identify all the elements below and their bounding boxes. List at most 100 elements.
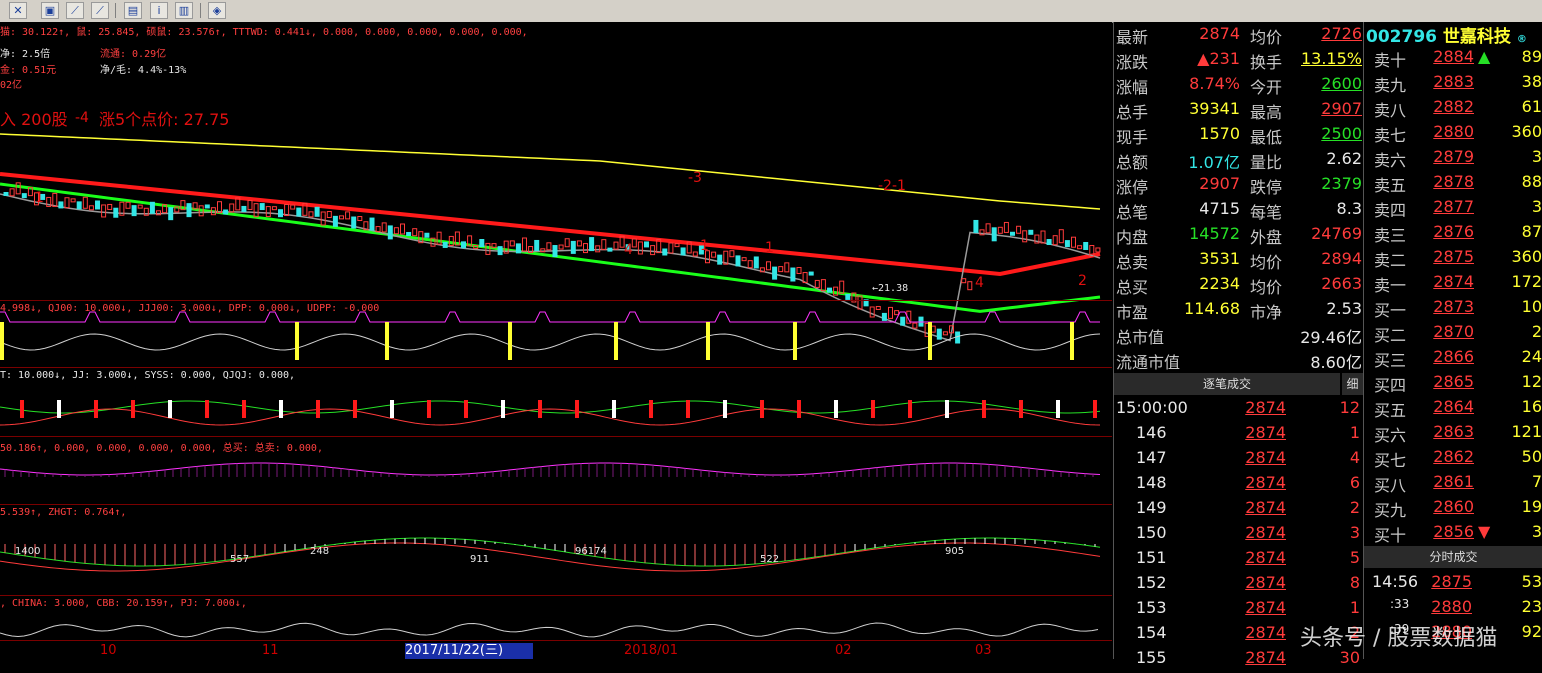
level-label: 买二 — [1374, 326, 1407, 345]
orderbook-row[interactable]: 买十 2856 3 ▼ — [1374, 522, 1542, 547]
tick-row: 152 2874 8 — [1116, 573, 1360, 598]
candle — [552, 245, 558, 258]
quote-value: 2.62 — [1326, 149, 1362, 168]
candle — [278, 209, 283, 218]
quote-label: 均价 — [1250, 28, 1283, 47]
tick-row: 149 2874 2 — [1116, 498, 1360, 523]
chart-line-icon[interactable]: ⟋ — [66, 2, 84, 19]
candle — [747, 260, 753, 269]
candle — [442, 241, 448, 248]
quote-label: 总笔 — [1116, 203, 1149, 222]
quote-value: 39341 — [1189, 99, 1240, 118]
candle — [1028, 229, 1034, 235]
orderbook-row[interactable]: 买六 2863 121 — [1374, 422, 1542, 447]
candle — [1083, 241, 1089, 250]
candle — [522, 237, 527, 252]
orderbook-row[interactable]: 买二 2870 2 — [1374, 322, 1542, 347]
candle — [369, 217, 375, 231]
candle — [570, 240, 576, 254]
candle — [973, 219, 979, 233]
orderbook-row[interactable]: 买七 2862 50 — [1374, 447, 1542, 472]
float-cap-row: 流通市值 8.60亿 — [1116, 349, 1362, 374]
tab-detail[interactable]: 细 — [1342, 373, 1363, 395]
quote-label: 最新 — [1116, 28, 1149, 47]
candle — [637, 241, 643, 255]
quote-label: 今开 — [1250, 78, 1283, 97]
kline-icon[interactable]: ✕ — [9, 2, 27, 19]
quote-row: 涨停 2907 跌停 2379 — [1116, 174, 1362, 199]
orderbook-row[interactable]: 卖十 2884 89 ▲ — [1374, 47, 1542, 72]
tick-time: 152 — [1136, 573, 1167, 592]
quote-label: 涨幅 — [1116, 78, 1149, 97]
orderbook-row[interactable]: 卖三 2876 87 — [1374, 222, 1542, 247]
level-volume: 3 — [1531, 522, 1542, 541]
quote-label: 换手 — [1250, 53, 1283, 72]
nav-icon[interactable]: ◈ — [208, 2, 226, 19]
candle — [778, 266, 784, 273]
tick-volume: 1 — [1349, 423, 1360, 442]
kline-chart-area[interactable]: -4 1 -3 -2-1 4 1 1 4 2 1400 557 248 911 96174 522 905 … — [0, 22, 1112, 659]
orderbook-row[interactable]: 卖七 2880 360 — [1374, 122, 1542, 147]
market-cap-label: 总市值 — [1116, 328, 1165, 347]
indicator-2-line-a — [0, 400, 1101, 414]
tab-tick-trades[interactable]: 逐笔成交 — [1114, 373, 1340, 395]
tick-row: 148 2874 6 — [1116, 473, 1360, 498]
tick-price: 2874 — [1245, 523, 1286, 542]
orderbook-row[interactable]: 卖一 2874 172 — [1374, 272, 1542, 297]
candle — [15, 182, 21, 195]
level-label: 卖一 — [1374, 276, 1407, 295]
orderbook-row[interactable]: 买八 2861 7 — [1374, 472, 1542, 497]
indicator-2-bar — [945, 400, 949, 418]
tick-time: 147 — [1136, 448, 1167, 467]
candle — [668, 242, 674, 254]
level-label: 买四 — [1374, 376, 1407, 395]
candle — [680, 247, 686, 256]
level-price: 2877 — [1433, 197, 1474, 216]
level-price: 2866 — [1433, 347, 1474, 366]
candle — [820, 279, 826, 292]
candle — [229, 203, 235, 213]
wave-label: 1 — [765, 240, 774, 256]
document-icon[interactable]: ▤ — [124, 2, 142, 19]
quote-label: 跌停 — [1250, 178, 1283, 197]
candle — [613, 241, 619, 250]
level-price: 2860 — [1433, 497, 1474, 516]
orderbook-row[interactable]: 买四 2865 12 — [1374, 372, 1542, 397]
candle — [241, 205, 247, 212]
stats-icon[interactable]: ▥ — [175, 2, 193, 19]
stock-header: 002796 世嘉科技 ® — [1366, 22, 1527, 47]
tick-time: 149 — [1136, 498, 1167, 517]
candle — [101, 204, 107, 218]
orderbook-row[interactable]: 卖八 2882 61 — [1374, 97, 1542, 122]
level-price: 2875 — [1433, 247, 1474, 266]
orderbook-row[interactable]: 买三 2866 24 — [1374, 347, 1542, 372]
chart-tools-icon[interactable]: ⟋ — [91, 2, 109, 19]
orderbook-row[interactable]: 买九 2860 19 — [1374, 497, 1542, 522]
candle — [76, 201, 82, 210]
indicator-1-bar — [793, 322, 797, 360]
info-icon[interactable]: i — [150, 2, 168, 19]
level-price: 2856 — [1433, 522, 1474, 541]
tick-time: 154 — [1136, 623, 1167, 642]
orderbook-row[interactable]: 卖四 2877 3 — [1374, 197, 1542, 222]
indicator-2-bar — [131, 400, 135, 418]
orderbook-row[interactable]: 卖五 2878 88 — [1374, 172, 1542, 197]
candle — [991, 227, 997, 242]
orderbook-row[interactable]: 卖二 2875 360 — [1374, 247, 1542, 272]
orderbook-row[interactable]: 买一 2873 10 — [1374, 297, 1542, 322]
orderbook-row[interactable]: 卖九 2883 38 — [1374, 72, 1542, 97]
orderbook-row[interactable]: 卖六 2879 3 — [1374, 147, 1542, 172]
picture-icon[interactable]: ▣ — [41, 2, 59, 19]
level-label: 卖六 — [1374, 151, 1407, 170]
indicator-1-bar — [385, 322, 389, 360]
candle — [253, 203, 259, 218]
level-price: 2873 — [1433, 297, 1474, 316]
quote-row: 总笔 4715 每笔 8.3 — [1116, 199, 1362, 224]
quote-label: 总手 — [1116, 103, 1149, 122]
tab-timeshare-trades[interactable]: 分时成交 — [1364, 546, 1542, 568]
level-label: 卖九 — [1374, 76, 1407, 95]
level-price: 2864 — [1433, 397, 1474, 416]
timeshare-time: :33 — [1390, 597, 1410, 611]
indicator-2-bar — [464, 400, 468, 418]
orderbook-row[interactable]: 买五 2864 16 — [1374, 397, 1542, 422]
